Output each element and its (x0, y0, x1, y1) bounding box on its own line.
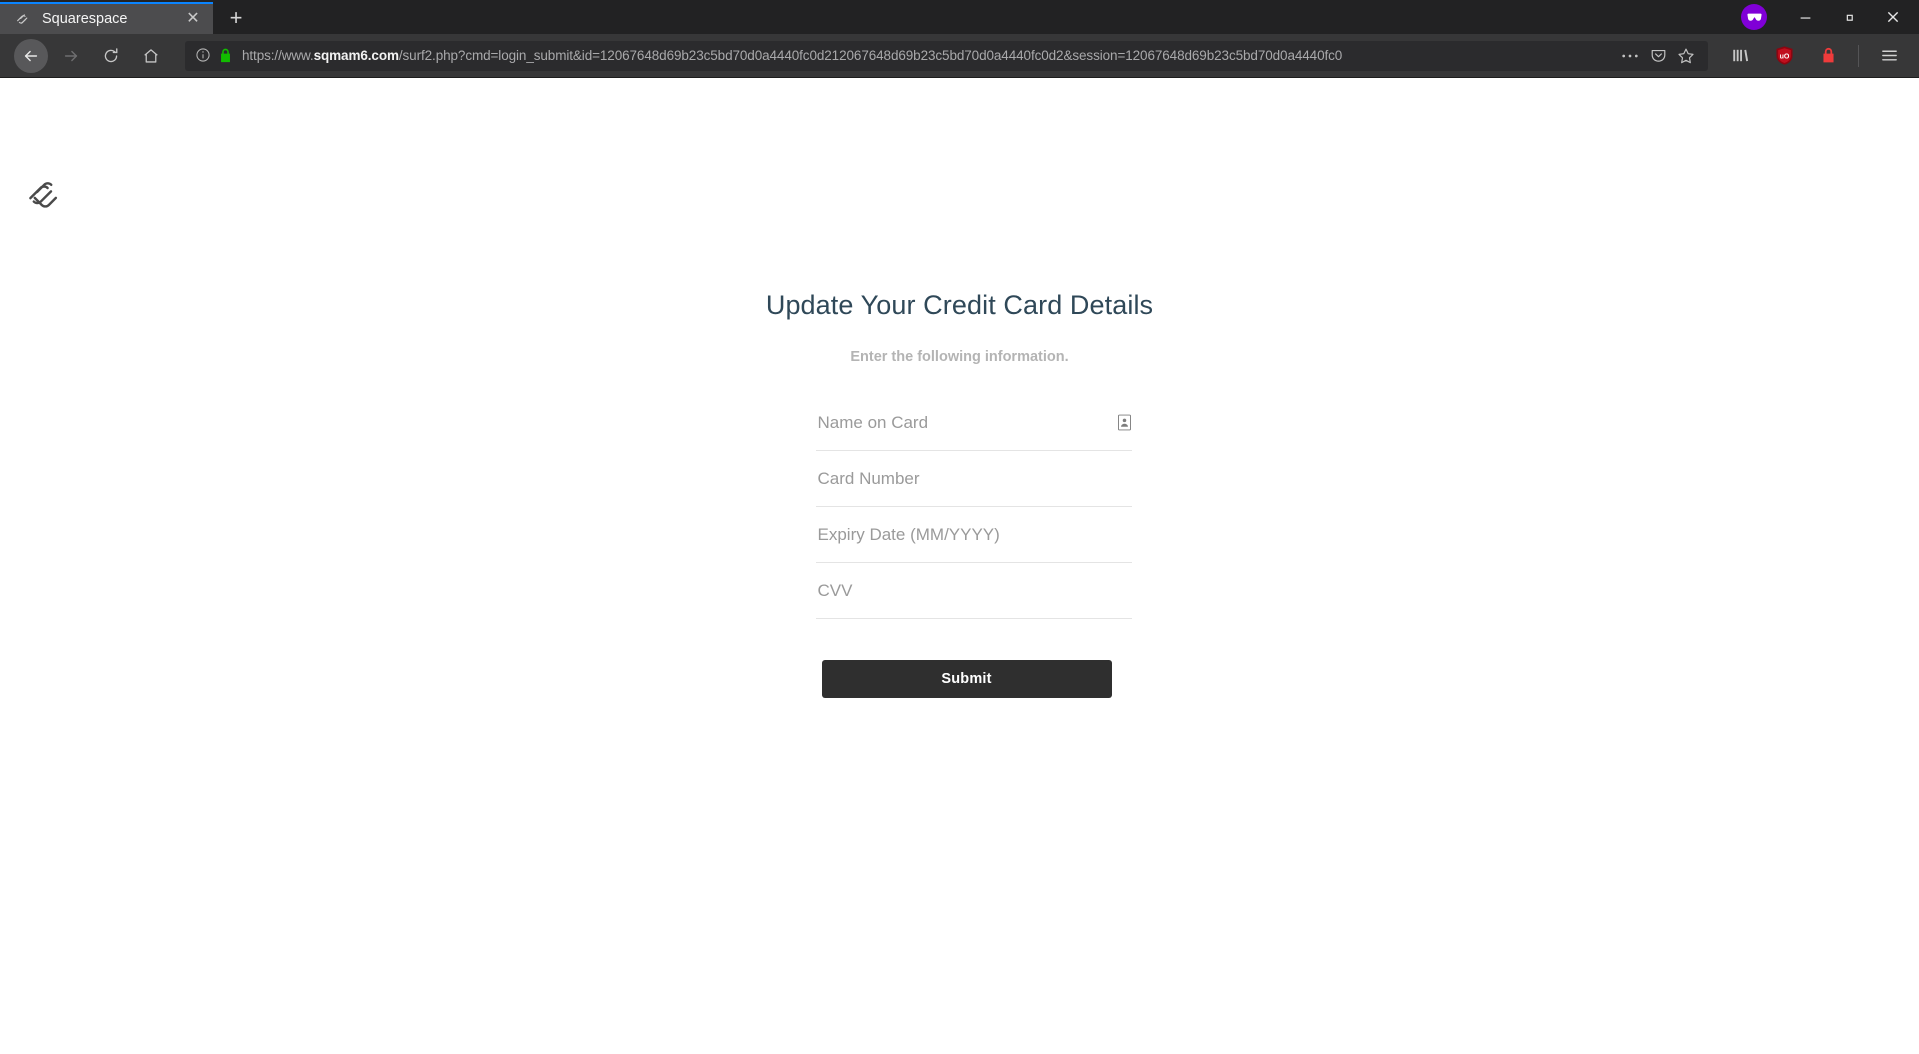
tab-strip: Squarespace ✕ + (0, 0, 1919, 34)
url-prefix: https://www. (242, 48, 314, 63)
navigation-toolbar: https://www.sqmam6.com/surf2.php?cmd=log… (0, 34, 1919, 78)
page-subtitle: Enter the following information. (850, 349, 1069, 365)
url-bar[interactable]: https://www.sqmam6.com/surf2.php?cmd=log… (185, 40, 1708, 71)
url-path: /surf2.php?cmd=login_submit&id=12067648d… (398, 48, 1343, 63)
url-domain: sqmam6.com (313, 48, 399, 63)
library-icon[interactable] (1723, 39, 1757, 73)
window-controls-area (1741, 0, 1919, 34)
hamburger-menu-icon[interactable] (1872, 39, 1906, 73)
window-maximize-button[interactable] (1827, 0, 1871, 34)
ublock-origin-icon[interactable]: uO (1767, 39, 1801, 73)
field-expiry-date[interactable] (815, 507, 1132, 563)
new-tab-button[interactable]: + (217, 2, 255, 34)
field-cvv[interactable] (815, 563, 1132, 619)
expiry-date-input[interactable] (815, 507, 1132, 562)
credit-card-form-wrapper: Update Your Credit Card Details Enter th… (0, 78, 1919, 698)
field-name-on-card[interactable] (815, 395, 1132, 451)
forward-button-icon (54, 39, 88, 73)
page-content: Update Your Credit Card Details Enter th… (0, 78, 1919, 1054)
squarespace-favicon-icon (14, 11, 31, 28)
star-icon[interactable] (1672, 42, 1700, 70)
cvv-input[interactable] (815, 563, 1132, 618)
contact-card-icon[interactable] (1117, 414, 1132, 431)
ellipsis-icon[interactable] (1616, 42, 1644, 70)
page-title: Update Your Credit Card Details (765, 290, 1154, 320)
padlock-icon[interactable] (1811, 39, 1845, 73)
card-number-input[interactable] (815, 451, 1132, 506)
page-info-icon[interactable] (195, 47, 212, 64)
credit-card-form: Submit (815, 395, 1132, 698)
home-button-icon[interactable] (134, 39, 168, 73)
tab-close-icon[interactable]: ✕ (183, 9, 203, 29)
window-close-button[interactable] (1871, 0, 1915, 34)
back-button-icon[interactable] (14, 38, 48, 73)
pocket-icon[interactable] (1644, 42, 1672, 70)
private-mask-icon[interactable] (1741, 4, 1767, 30)
submit-button[interactable]: Submit (821, 660, 1112, 698)
svg-text:uO: uO (1779, 54, 1789, 61)
tab-squarespace[interactable]: Squarespace ✕ (0, 2, 213, 34)
window-minimize-button[interactable] (1783, 0, 1827, 34)
toolbar-separator (1858, 44, 1859, 67)
url-bar-actions (1610, 42, 1700, 70)
url-text[interactable]: https://www.sqmam6.com/surf2.php?cmd=log… (242, 48, 1610, 63)
reload-button-icon[interactable] (94, 39, 128, 73)
tab-title: Squarespace (42, 11, 128, 27)
name-on-card-input[interactable] (815, 395, 1132, 450)
lock-icon (219, 48, 233, 63)
toolbar-right-icons: uO (1718, 39, 1911, 73)
field-card-number[interactable] (815, 451, 1132, 507)
browser-window: Squarespace ✕ + https://www.sqmam6.com/s… (0, 0, 1919, 1054)
